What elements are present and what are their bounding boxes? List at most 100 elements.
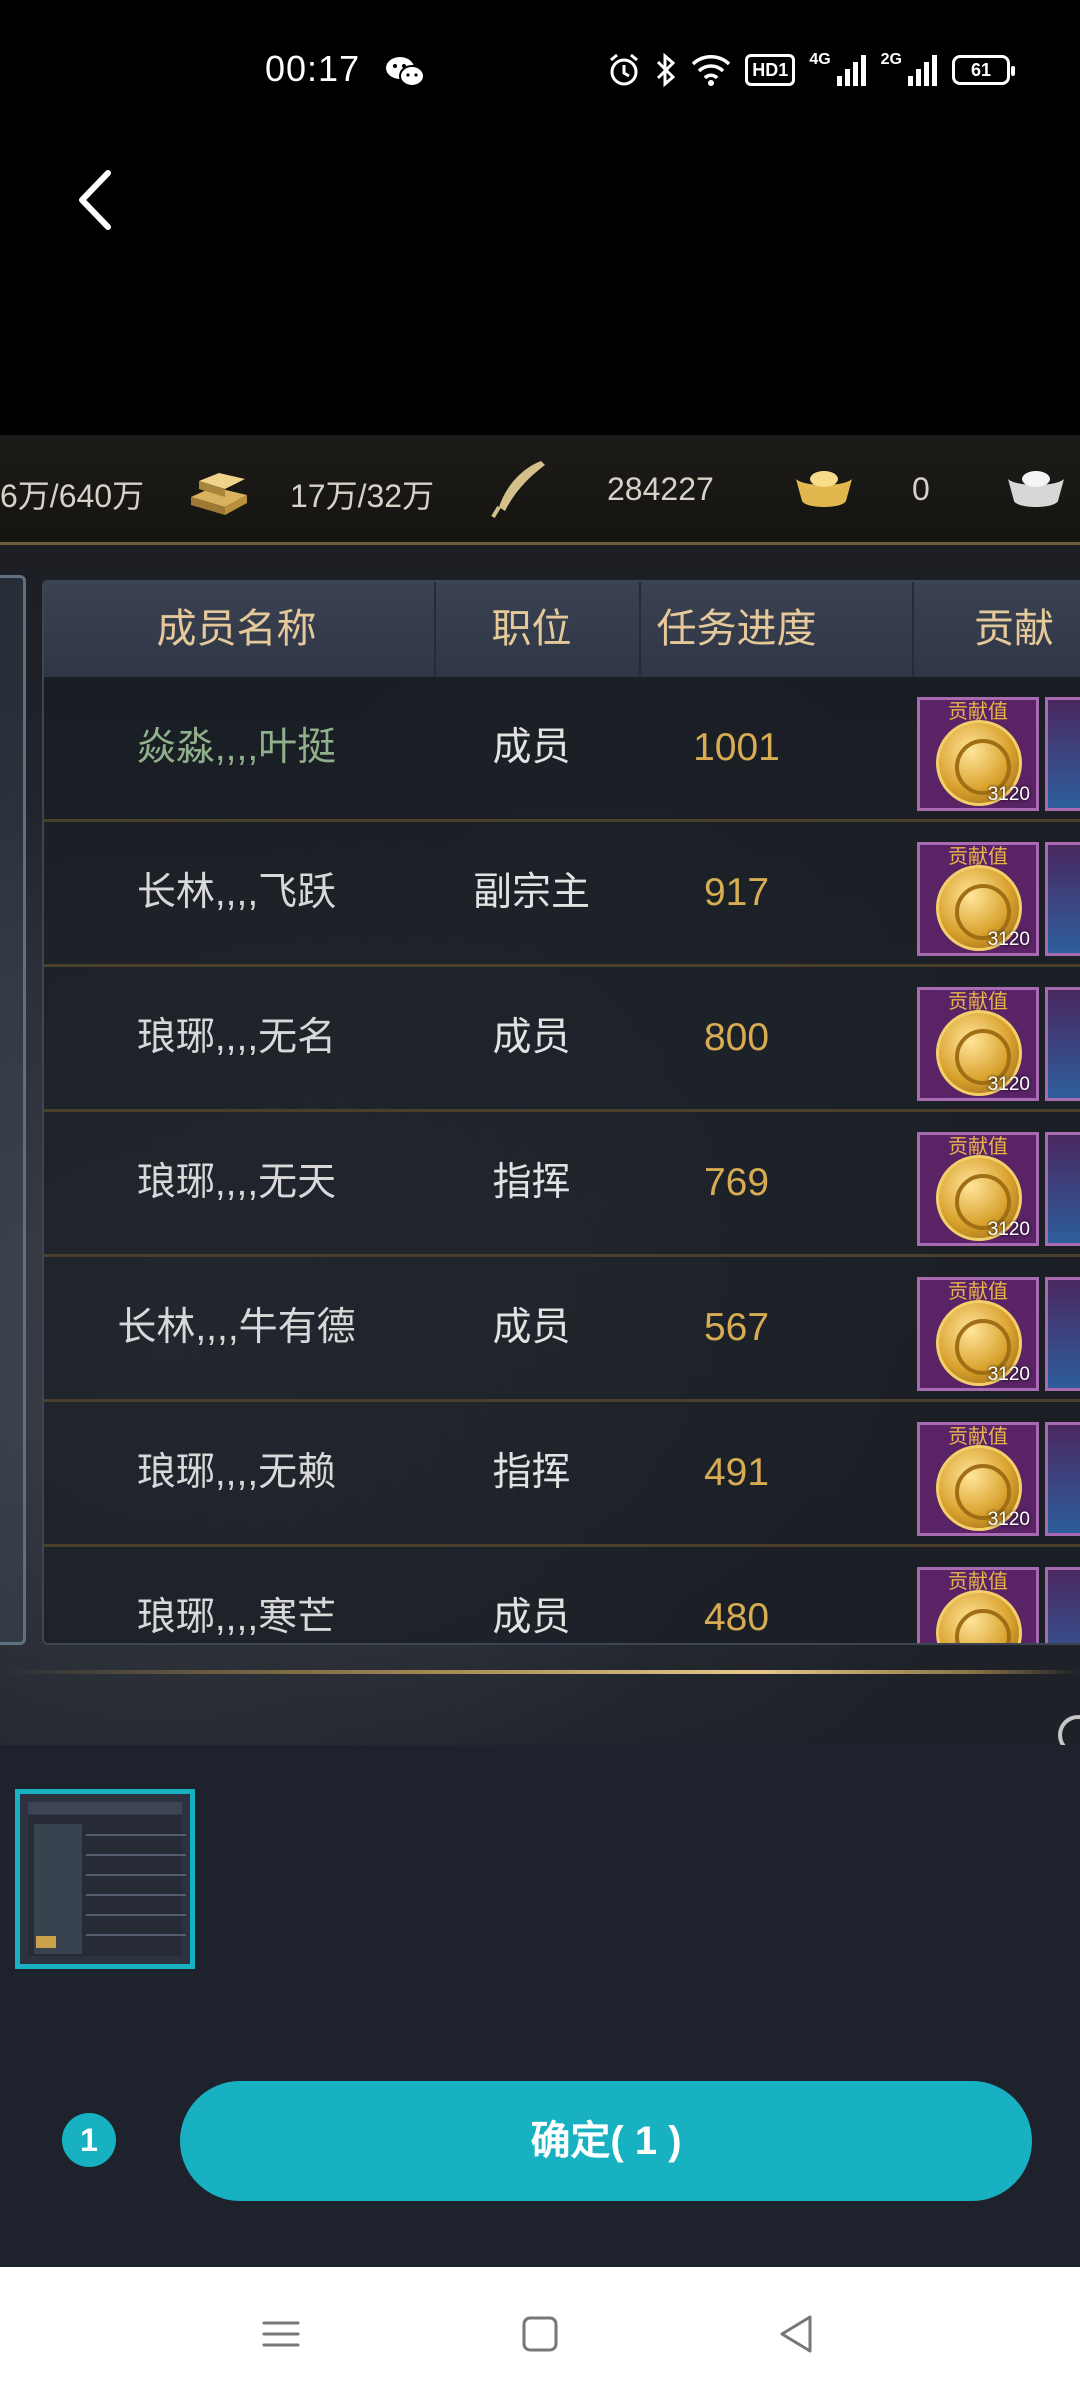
back-nav-icon[interactable] <box>772 2309 822 2359</box>
member-name: 长林,,,,飞跃 <box>136 871 337 914</box>
menu-icon[interactable] <box>256 2309 306 2359</box>
thumbnail-gold <box>36 1936 56 1948</box>
thumbnail-line <box>86 1934 186 1936</box>
reward-item-icon <box>1045 987 1080 1101</box>
confirm-button[interactable]: 确定( 1 ) <box>180 2081 1032 2201</box>
status-time: 00:17 <box>265 48 361 89</box>
resource-2-value: 17万/32万 <box>290 478 435 514</box>
thumbnail-preview <box>28 1802 186 1956</box>
member-progress: 491 <box>703 1451 770 1494</box>
member-progress: 1001 <box>693 726 780 769</box>
member-name: 琅琊,,,,寒芒 <box>136 1596 337 1639</box>
silver-coin-icon <box>1008 471 1064 507</box>
signal-icon <box>836 55 866 86</box>
medal-count: 3120 <box>987 929 1030 950</box>
resource-bar: 6万/640万 17万/32万 284227 0 <box>0 435 1080 545</box>
side-panel-edge <box>0 575 26 1645</box>
thumbnail-line <box>86 1894 186 1896</box>
member-progress: 567 <box>703 1306 770 1349</box>
header-role: 职位 <box>491 607 572 651</box>
preview-image: 6万/640万 17万/32万 284227 0 成员名称 职位 任务进度 贡献… <box>0 435 1080 1745</box>
member-role: 成员 <box>492 1596 571 1639</box>
member-progress: 917 <box>703 871 770 914</box>
gold-coin-icon <box>936 1590 1022 1643</box>
member-role: 成员 <box>492 1306 571 1349</box>
medal-count: 3120 <box>987 784 1030 805</box>
table-header: 成员名称 职位 任务进度 贡献 <box>44 582 1080 677</box>
thumbnail-line <box>86 1834 186 1836</box>
feather-icon <box>491 461 545 519</box>
selection-panel: 1 确定( 1 ) <box>0 1745 1080 2267</box>
contribution-medal: 贡献值 3120 <box>917 987 1039 1101</box>
silver-ingot-icon <box>191 473 247 515</box>
member-progress: 769 <box>703 1161 770 1204</box>
member-progress: 800 <box>703 1016 770 1059</box>
contribution-medal: 贡献值 <box>917 1567 1039 1643</box>
reward-item-icon <box>1045 1277 1080 1391</box>
member-name: 长林,,,,牛有德 <box>117 1306 356 1349</box>
bluetooth-icon <box>657 52 676 88</box>
medal-count: 3120 <box>987 1074 1030 1095</box>
member-progress: 480 <box>703 1596 770 1639</box>
header-member-name: 成员名称 <box>156 607 317 651</box>
reward-item-icon <box>1045 1422 1080 1536</box>
alarm-icon <box>610 53 639 86</box>
reward-item-icon <box>1045 1567 1080 1643</box>
table-row[interactable]: 琅琊,,,,无赖 指挥 491 贡献值 3120 <box>44 1402 1080 1547</box>
member-role: 成员 <box>492 726 571 769</box>
resource-1-value: 6万/640万 <box>0 478 145 514</box>
thumbnail-line <box>86 1914 186 1916</box>
home-icon[interactable] <box>515 2309 565 2359</box>
header-contribution: 贡献 <box>974 607 1054 651</box>
contribution-medal: 贡献值 3120 <box>917 1277 1039 1391</box>
wechat-icon <box>386 57 425 87</box>
status-bar: 00:17 HD1 4G 2G 61 <box>0 0 1080 140</box>
member-name: 焱淼,,,,叶挺 <box>136 726 337 769</box>
selected-thumbnail[interactable] <box>15 1789 195 1969</box>
back-button[interactable] <box>70 165 120 235</box>
signal-icon-2 <box>908 55 937 86</box>
navigation-bar <box>0 2267 1080 2400</box>
table-row[interactable]: 长林,,,,牛有德 成员 567 贡献值 3120 <box>44 1257 1080 1402</box>
table-row[interactable]: 焱淼,,,,叶挺 成员 1001 贡献值 3120 <box>44 677 1080 822</box>
header-divider <box>434 582 436 677</box>
wifi-icon <box>692 55 731 86</box>
network-2g-label: 2G <box>880 51 902 68</box>
header-progress: 任务进度 <box>656 607 817 651</box>
medal-count: 3120 <box>987 1219 1030 1240</box>
status-icons: HD1 4G 2G 61 <box>607 50 1015 90</box>
member-role: 指挥 <box>492 1161 571 1204</box>
battery-icon: 61 <box>952 55 1015 85</box>
reward-item-icon <box>1045 842 1080 956</box>
medal-count: 3120 <box>987 1364 1030 1385</box>
contribution-medal: 贡献值 3120 <box>917 697 1039 811</box>
reward-item-icon <box>1045 1132 1080 1246</box>
contribution-medal: 贡献值 3120 <box>917 1422 1039 1536</box>
thumbnail-side <box>34 1824 82 1954</box>
table-row[interactable]: 琅琊,,,,无名 成员 800 贡献值 3120 <box>44 967 1080 1112</box>
table-row[interactable]: 琅琊,,,,寒芒 成员 480 贡献值 <box>44 1547 1080 1643</box>
gold-divider <box>0 1670 1080 1674</box>
resource-3-value: 284227 <box>607 471 714 507</box>
member-role: 指挥 <box>492 1451 571 1494</box>
member-role: 副宗主 <box>472 871 590 914</box>
contribution-medal: 贡献值 3120 <box>917 1132 1039 1246</box>
table-row[interactable]: 长林,,,,飞跃 副宗主 917 贡献值 3120 <box>44 822 1080 967</box>
medal-count: 3120 <box>987 1509 1030 1530</box>
member-role: 成员 <box>492 1016 571 1059</box>
member-name: 琅琊,,,,无天 <box>136 1161 337 1204</box>
thumbnail-line <box>86 1874 186 1876</box>
header-divider <box>912 582 914 677</box>
selection-count-badge: 1 <box>62 2113 116 2167</box>
contribution-medal: 贡献值 3120 <box>917 842 1039 956</box>
reward-item-icon <box>1045 697 1080 811</box>
image-preview-screen: 00:17 HD1 4G 2G 61 6万/640万 17万/32万 28422… <box>0 0 1080 2400</box>
thumbnail-line <box>86 1854 186 1856</box>
hd-icon: HD1 <box>745 54 796 86</box>
network-4g-label: 4G <box>809 51 831 68</box>
member-name: 琅琊,,,,无赖 <box>136 1451 337 1494</box>
member-name: 琅琊,,,,无名 <box>136 1016 337 1059</box>
resource-4-value: 0 <box>912 471 930 507</box>
table-row[interactable]: 琅琊,,,,无天 指挥 769 贡献值 3120 <box>44 1112 1080 1257</box>
member-table: 成员名称 职位 任务进度 贡献 焱淼,,,,叶挺 成员 1001 贡献值 3120… <box>42 580 1080 1645</box>
